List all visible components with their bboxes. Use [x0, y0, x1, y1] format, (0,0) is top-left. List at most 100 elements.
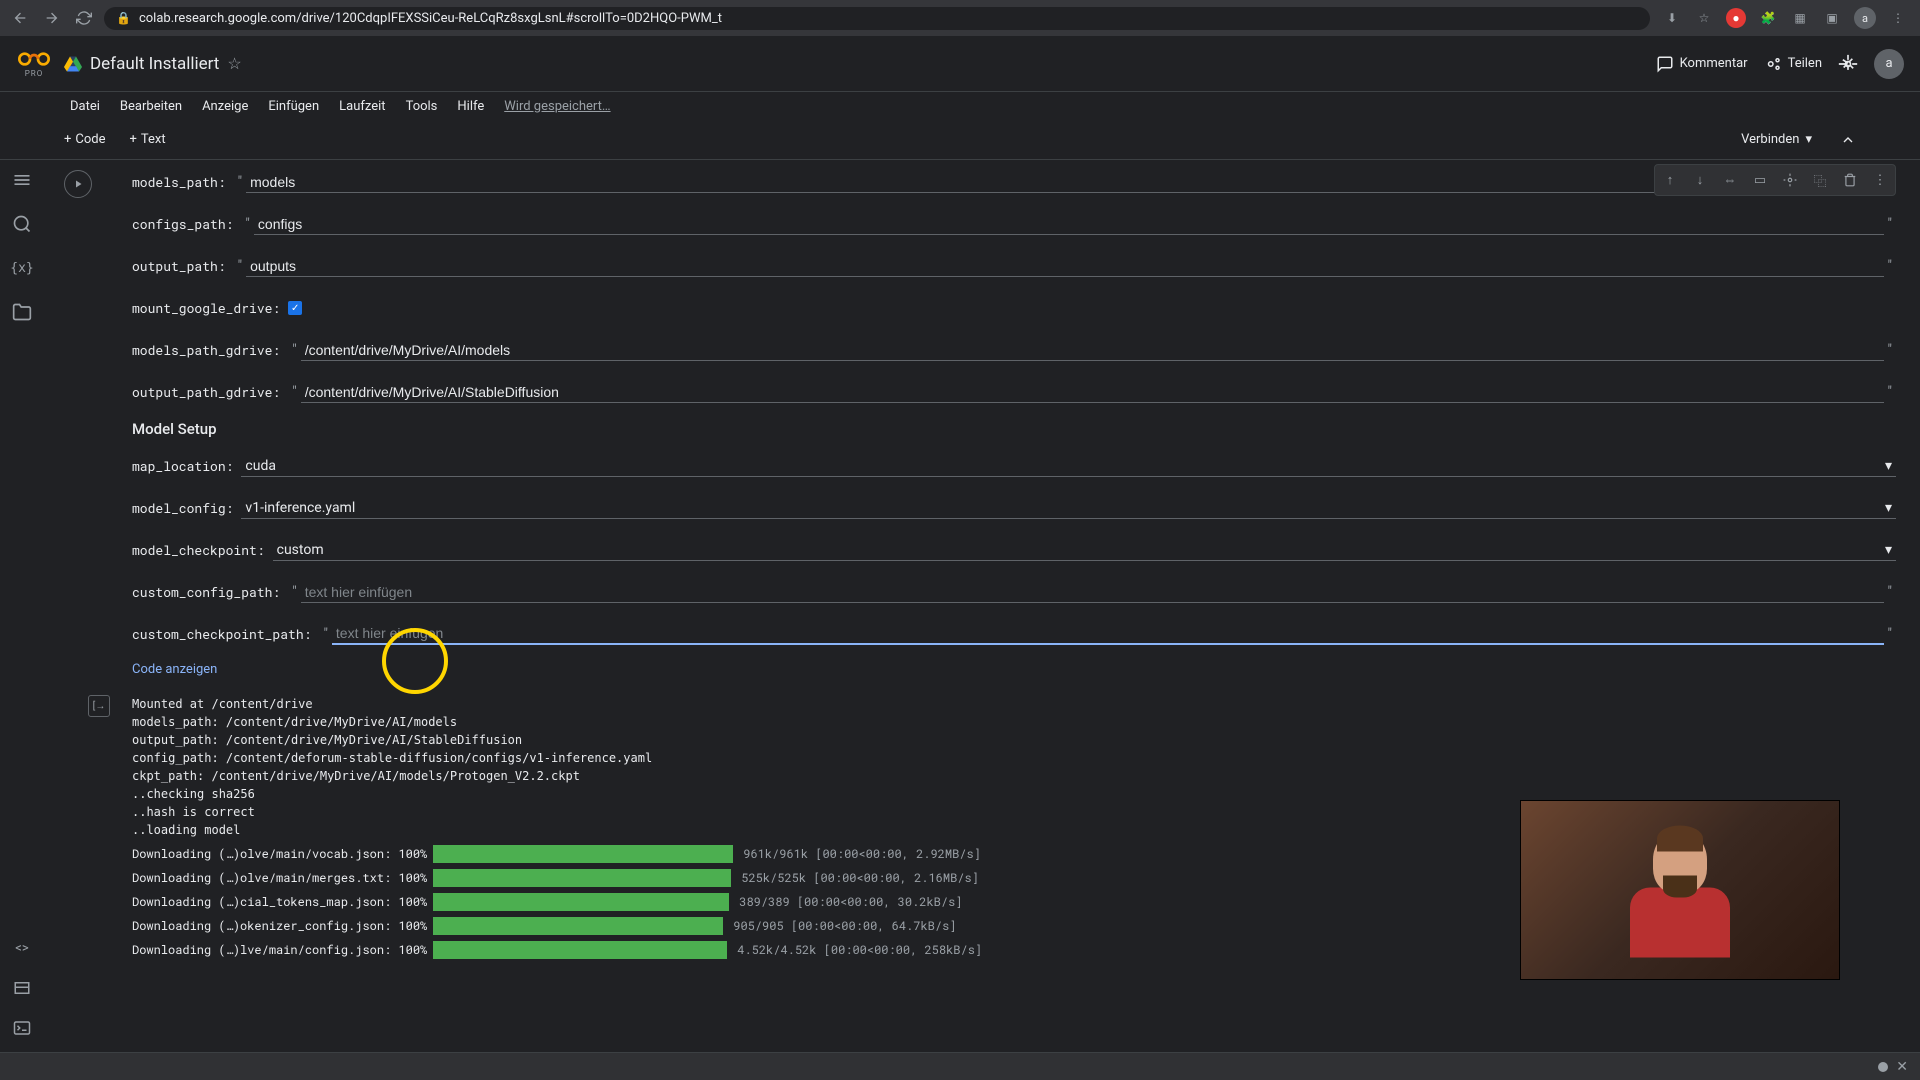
- menu-datei[interactable]: Datei: [62, 97, 108, 116]
- toolbar: + Code + Text Verbinden ▾: [0, 120, 1920, 160]
- section-model-setup: Model Setup: [132, 420, 1896, 438]
- download-stats: 525k/525k [00:00<00:00, 2.16MB/s]: [741, 869, 979, 887]
- url-bar[interactable]: 🔒 colab.research.google.com/drive/120Cdq…: [104, 7, 1650, 30]
- close-status-button[interactable]: ✕: [1896, 1059, 1908, 1075]
- move-up-button[interactable]: ↑: [1657, 167, 1683, 193]
- add-code-button[interactable]: + Code: [56, 128, 114, 151]
- models-gdrive-input[interactable]: [301, 340, 1884, 361]
- download-stats: 905/905 [00:00<00:00, 64.7kB/s]: [733, 917, 956, 935]
- teilen-label: Teilen: [1788, 56, 1822, 71]
- menu-bar: Datei Bearbeiten Anzeige Einfügen Laufze…: [0, 92, 1920, 120]
- teilen-button[interactable]: Teilen: [1764, 55, 1822, 73]
- download-label: Downloading (…)okenizer_config.json: 100…: [132, 917, 427, 935]
- star-icon[interactable]: ☆: [1694, 8, 1714, 28]
- mount-gdrive-checkbox[interactable]: ✓: [288, 301, 302, 315]
- custom-checkpoint-input[interactable]: [332, 623, 1884, 645]
- download-stats: 4.52k/4.52k [00:00<00:00, 258kB/s]: [737, 941, 982, 959]
- colab-logo[interactable]: PRO: [16, 46, 52, 82]
- files-icon[interactable]: [10, 300, 34, 324]
- output-toggle-icon[interactable]: [→: [88, 695, 110, 717]
- code-anzeigen-link[interactable]: Code anzeigen: [132, 662, 1896, 677]
- mirror-button[interactable]: ⿻: [1807, 167, 1833, 193]
- cell-settings-button[interactable]: [1777, 167, 1803, 193]
- download-label: Downloading (…)olve/main/merges.txt: 100…: [132, 869, 427, 887]
- toc-icon[interactable]: [10, 168, 34, 192]
- menu-hilfe[interactable]: Hilfe: [449, 97, 492, 116]
- terminal-icon[interactable]: [10, 1016, 34, 1040]
- lock-icon: 🔒: [116, 11, 131, 25]
- menu-bearbeiten[interactable]: Bearbeiten: [112, 97, 190, 116]
- install-icon[interactable]: ⬇: [1662, 8, 1682, 28]
- search-icon[interactable]: [10, 212, 34, 236]
- bottom-left-icons: <>: [0, 936, 44, 1040]
- verbinden-button[interactable]: Verbinden ▾: [1729, 128, 1824, 151]
- kommentar-button[interactable]: Kommentar: [1656, 55, 1748, 73]
- forward-button[interactable]: [40, 6, 64, 30]
- chevron-down-icon: ▾: [1885, 500, 1892, 516]
- models-path-label: models_path:: [132, 173, 226, 191]
- map-location-select[interactable]: cuda▾: [241, 456, 1896, 477]
- ext-grid-icon[interactable]: ▦: [1790, 8, 1810, 28]
- more-button[interactable]: ⋮: [1867, 167, 1893, 193]
- custom-config-input[interactable]: [301, 582, 1884, 603]
- status-indicator: [1878, 1062, 1888, 1072]
- ext-red-icon[interactable]: ●: [1726, 8, 1746, 28]
- back-button[interactable]: [8, 6, 32, 30]
- download-label: Downloading (…)cial_tokens_map.json: 100…: [132, 893, 427, 911]
- configs-path-input[interactable]: [254, 214, 1884, 235]
- model-checkpoint-select[interactable]: custom▾: [273, 540, 1896, 561]
- move-down-button[interactable]: ↓: [1687, 167, 1713, 193]
- map-location-label: map_location:: [132, 457, 233, 475]
- star-button[interactable]: ☆: [227, 54, 241, 73]
- user-avatar[interactable]: a: [1874, 49, 1904, 79]
- comment-button[interactable]: ▭: [1747, 167, 1773, 193]
- download-stats: 389/389 [00:00<00:00, 30.2kB/s]: [739, 893, 962, 911]
- pro-badge: PRO: [25, 69, 43, 78]
- left-sidebar: {x}: [0, 160, 44, 324]
- drive-icon: [64, 55, 82, 73]
- progress-bar: [433, 869, 731, 887]
- settings-button[interactable]: [1838, 54, 1858, 74]
- colab-header: PRO Default Installiert ☆ Kommentar Teil…: [0, 36, 1920, 92]
- output-gdrive-label: output_path_gdrive:: [132, 383, 280, 401]
- chevron-down-icon: ▾: [1805, 132, 1812, 147]
- output-path-input[interactable]: [246, 256, 1883, 277]
- custom-checkpoint-label: custom_checkpoint_path:: [132, 625, 311, 643]
- variables-icon[interactable]: {x}: [10, 256, 34, 280]
- menu-tools[interactable]: Tools: [398, 97, 446, 116]
- profile-avatar[interactable]: a: [1854, 7, 1876, 29]
- models-gdrive-label: models_path_gdrive:: [132, 341, 280, 359]
- menu-laufzeit[interactable]: Laufzeit: [331, 97, 393, 116]
- progress-bar: [433, 845, 733, 863]
- delete-button[interactable]: [1837, 167, 1863, 193]
- models-path-input[interactable]: [246, 172, 1883, 193]
- run-button[interactable]: [64, 170, 92, 198]
- chevron-down-icon: ▾: [1885, 458, 1892, 474]
- extension-icons: ⬇ ☆ ● 🧩 ▦ ▣ a ⋮: [1658, 7, 1912, 29]
- menu-einfugen[interactable]: Einfügen: [260, 97, 327, 116]
- progress-bar: [433, 941, 727, 959]
- puzzle-icon[interactable]: 🧩: [1758, 8, 1778, 28]
- chevron-down-icon: ▾: [1885, 542, 1892, 558]
- code-snippets-icon[interactable]: <>: [10, 936, 34, 960]
- cell-toolbar: ↑ ↓ ⇔ ▭ ⿻ ⋮: [1654, 164, 1896, 196]
- reload-button[interactable]: [72, 6, 96, 30]
- menu-anzeige[interactable]: Anzeige: [194, 97, 256, 116]
- menu-dots-icon[interactable]: ⋮: [1888, 8, 1908, 28]
- model-checkpoint-label: model_checkpoint:: [132, 541, 265, 559]
- add-text-button[interactable]: + Text: [122, 128, 174, 151]
- link-button[interactable]: ⇔: [1717, 167, 1743, 193]
- output-gdrive-input[interactable]: [301, 382, 1884, 403]
- panel-icon[interactable]: ▣: [1822, 8, 1842, 28]
- status-bar: ✕: [0, 1052, 1920, 1080]
- download-stats: 961k/961k [00:00<00:00, 2.92MB/s]: [743, 845, 981, 863]
- toggle-panel-button[interactable]: [1832, 128, 1864, 152]
- document-title[interactable]: Default Installiert: [90, 54, 219, 74]
- download-label: Downloading (…)lve/main/config.json: 100…: [132, 941, 427, 959]
- saving-status: Wird gespeichert…: [496, 97, 618, 116]
- command-palette-icon[interactable]: [10, 976, 34, 1000]
- configs-path-label: configs_path:: [132, 215, 233, 233]
- model-config-select[interactable]: v1-inference.yaml▾: [241, 498, 1896, 519]
- progress-bar: [433, 893, 729, 911]
- custom-config-label: custom_config_path:: [132, 583, 280, 601]
